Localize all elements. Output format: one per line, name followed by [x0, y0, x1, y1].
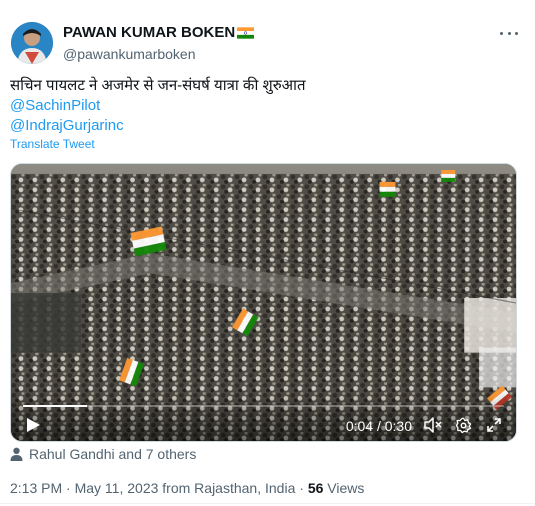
- mention-link[interactable]: @SachinPilot: [10, 96, 520, 116]
- india-flag-icon: [237, 27, 255, 39]
- tweet-meta: 2:13 PM · May 11, 2023 from Rajasthan, I…: [10, 480, 364, 496]
- author-name-row[interactable]: PAWAN KUMAR BOKEN: [63, 24, 255, 42]
- time-separator: /: [373, 418, 385, 434]
- divider: [0, 503, 535, 504]
- meta-separator: ·: [295, 480, 308, 496]
- tweet-body: सचिन पायलट ने अजमेर से जन-संघर्ष यात्रा …: [10, 77, 306, 94]
- tweet-time[interactable]: 2:13 PM: [10, 480, 62, 496]
- fullscreen-icon[interactable]: [486, 417, 502, 433]
- mention-link[interactable]: @IndrajGurjarinc: [10, 116, 520, 136]
- translate-tweet-link[interactable]: Translate Tweet: [10, 137, 95, 151]
- tweet-date[interactable]: May 11, 2023: [75, 480, 159, 496]
- settings-icon[interactable]: [455, 417, 472, 434]
- avatar[interactable]: [11, 22, 53, 64]
- views-count[interactable]: 56: [308, 480, 324, 496]
- person-icon: [10, 447, 23, 461]
- tagged-people[interactable]: Rahul Gandhi and 7 others: [10, 446, 196, 462]
- author-handle[interactable]: @pawankumarboken: [63, 45, 254, 63]
- video-time: 0:04 / 0:30: [346, 418, 412, 434]
- views-label: Views: [323, 480, 365, 496]
- video-controls: 0:04 / 0:30: [11, 393, 516, 441]
- progress-fill: [23, 405, 87, 407]
- more-icon[interactable]: [500, 26, 518, 40]
- current-time: 0:04: [345, 418, 374, 434]
- mute-icon[interactable]: [424, 417, 442, 433]
- tweet: PAWAN KUMAR BOKEN @pawankumarboken सचिन …: [0, 0, 535, 506]
- tweet-text: सचिन पायलट ने अजमेर से जन-संघर्ष यात्रा …: [10, 76, 520, 136]
- avatar-image: [11, 22, 53, 64]
- author-block: PAWAN KUMAR BOKEN @pawankumarboken: [63, 24, 255, 63]
- meta-separator: ·: [62, 480, 75, 496]
- progress-bar[interactable]: [23, 405, 504, 407]
- play-icon[interactable]: [25, 417, 41, 433]
- duration: 0:30: [384, 418, 412, 434]
- tagged-label: Rahul Gandhi and 7 others: [29, 446, 197, 462]
- video-player[interactable]: 0:04 / 0:30: [10, 163, 517, 442]
- author-name[interactable]: PAWAN KUMAR BOKEN: [63, 24, 235, 42]
- tweet-location: from Rajasthan, India: [158, 480, 296, 496]
